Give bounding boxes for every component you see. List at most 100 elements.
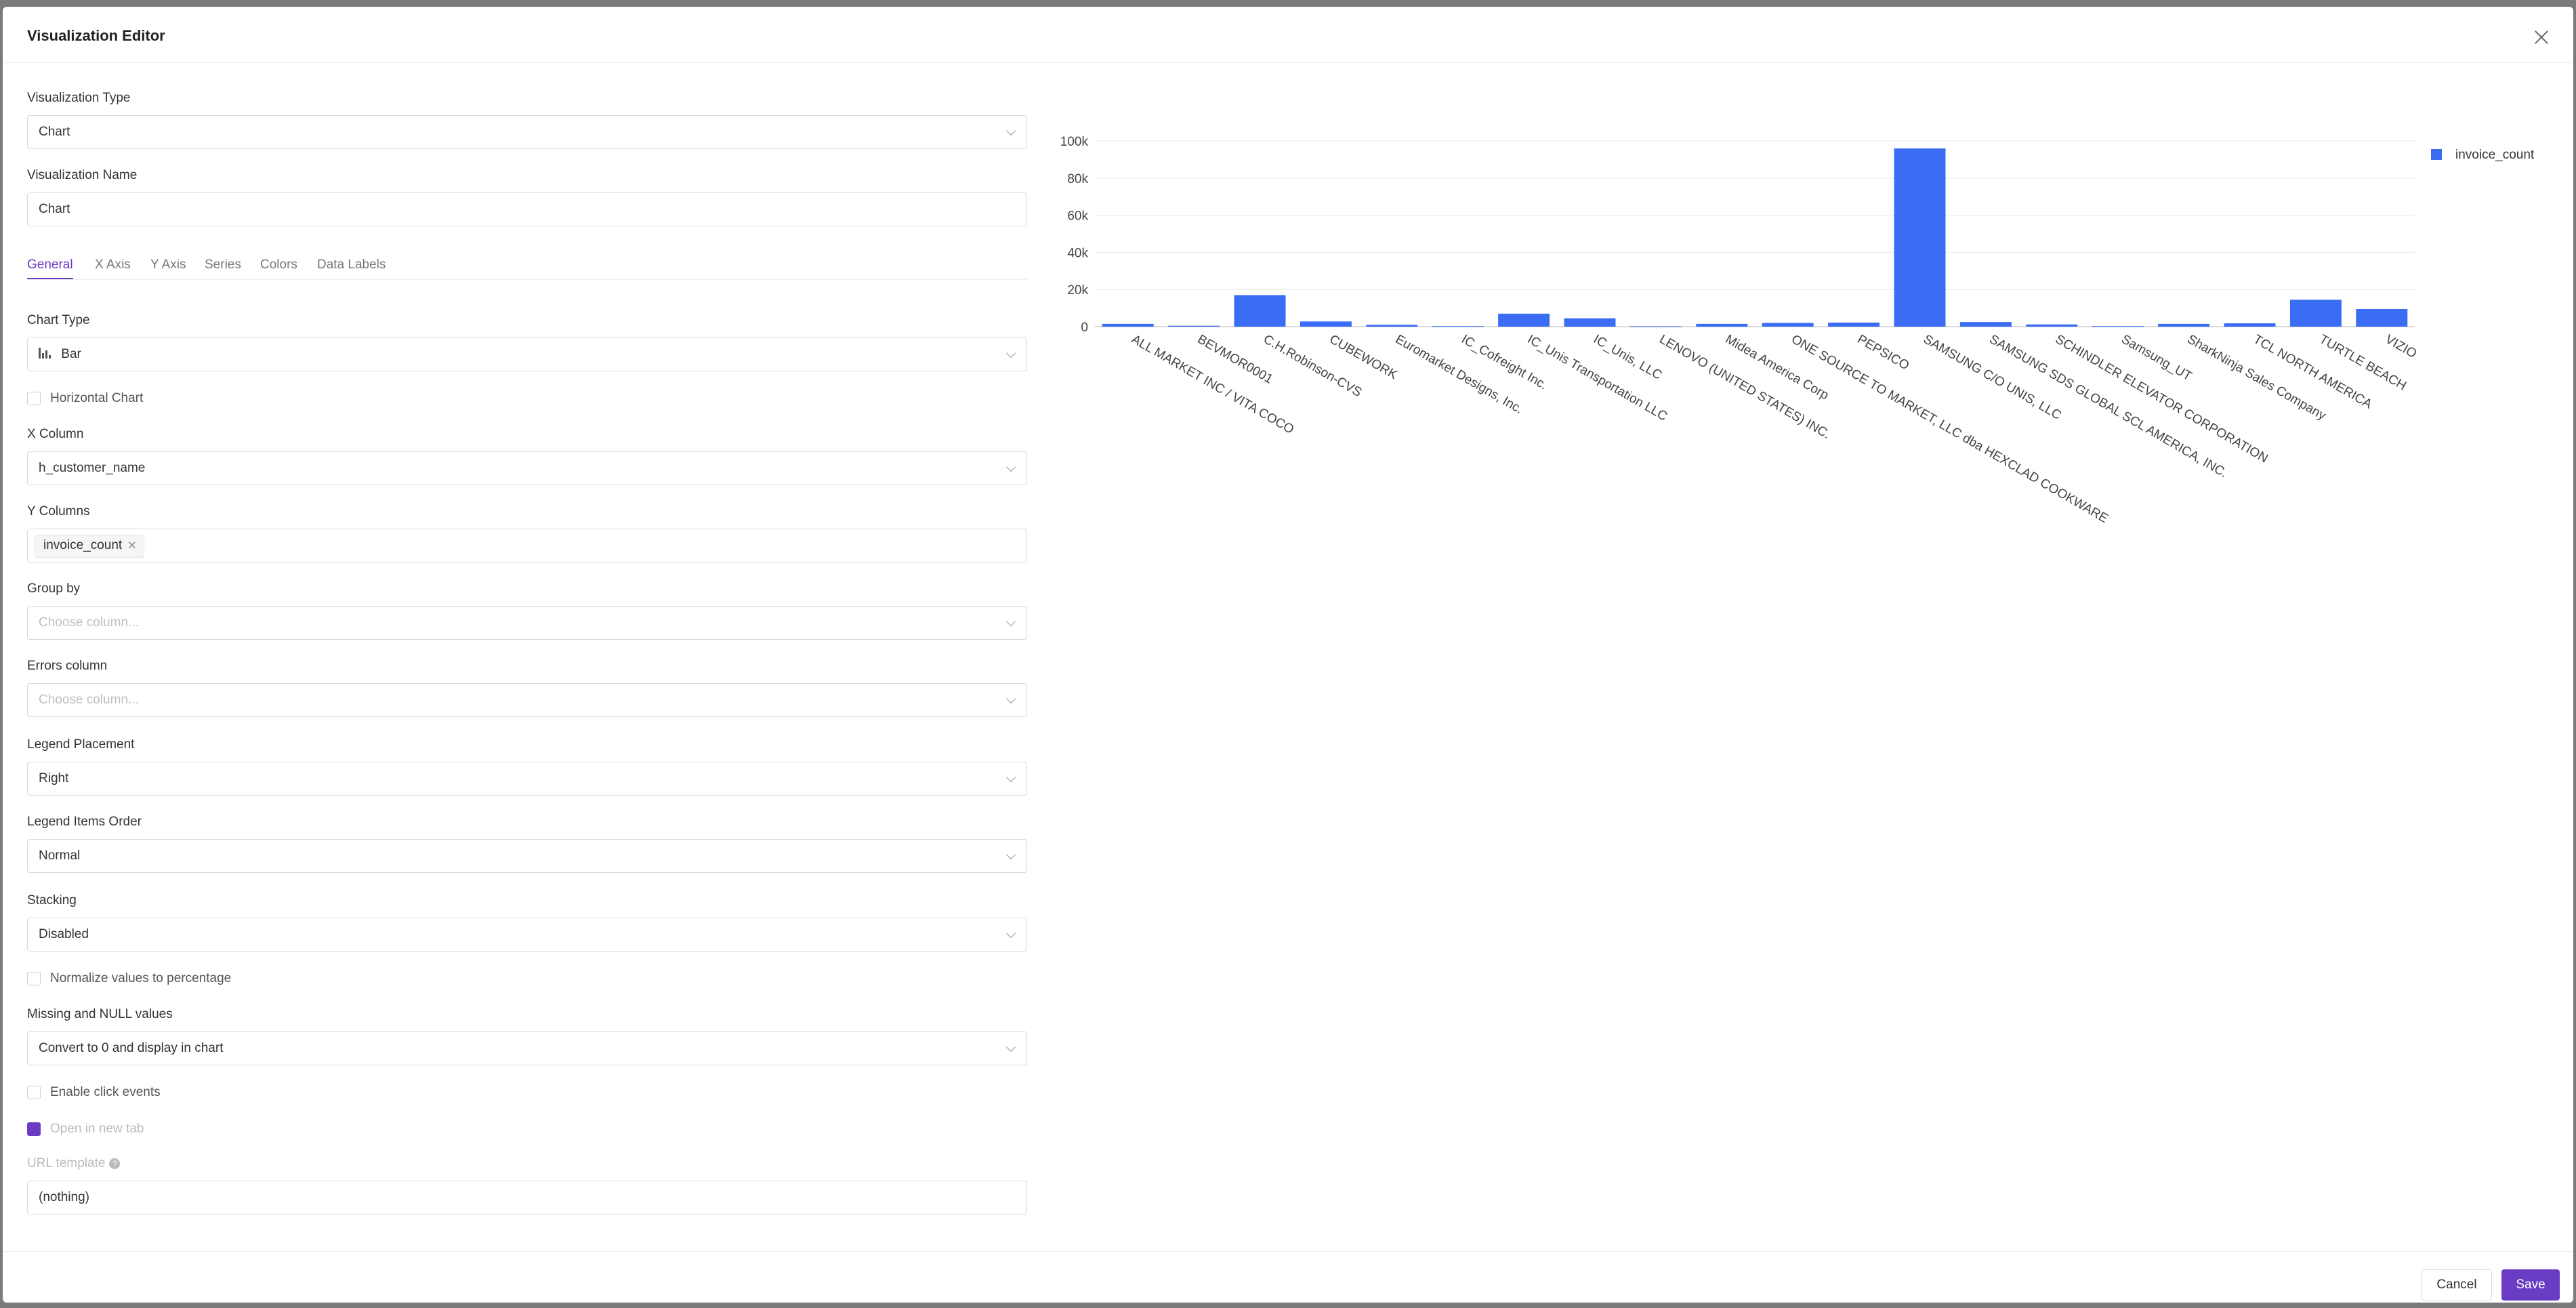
remove-tag-icon[interactable]: ✕ [127, 540, 136, 552]
url-template-field: URL template? (nothing) [27, 1156, 1027, 1214]
y-columns-label: Y Columns [27, 504, 90, 518]
missing-null-value: Convert to 0 and display in chart [39, 1041, 224, 1055]
x-tick-label: VIZIO [2383, 332, 2419, 361]
help-icon[interactable]: ? [109, 1158, 121, 1169]
y-tick-label: 40k [1067, 246, 1088, 260]
click-events-label: Enable click events [50, 1085, 161, 1099]
x-column-value: h_customer_name [39, 461, 146, 475]
bar [1696, 323, 1748, 327]
y-tick-label: 0 [1081, 321, 1088, 335]
bar [2356, 308, 2408, 327]
chevron-down-icon [1005, 693, 1016, 704]
bar [2092, 326, 2144, 327]
bar [1234, 295, 1286, 327]
x-tick-label: SAMSUNG SDS GLOBAL SCL AMERICA, INC. [1987, 332, 2230, 481]
legend-placement-value: Right [39, 771, 69, 785]
y-columns-field: Y Columns invoice_count ✕ [27, 504, 1027, 563]
checkbox[interactable] [27, 971, 41, 985]
legend-order-field: Legend Items Order Normal [27, 815, 1027, 873]
y-column-tag-label: invoice_count [43, 538, 123, 552]
legend-order-label: Legend Items Order [27, 815, 142, 829]
legend-placement-field: Legend Placement Right [27, 737, 1027, 796]
tab-series[interactable]: Series [205, 258, 241, 272]
chart-type-value: Bar [61, 347, 81, 361]
y-column-tag: invoice_count ✕ [35, 535, 144, 558]
checkbox[interactable] [27, 391, 41, 405]
x-tick-label: ONE SOURCE TO MARKET, LLC dba HEXCLAD CO… [1789, 332, 2111, 526]
bar [1366, 325, 1418, 327]
checkbox-checked[interactable] [27, 1122, 41, 1136]
bar [2026, 324, 2078, 327]
open-new-tab-checkbox[interactable]: Open in new tab [27, 1121, 144, 1137]
group-by-placeholder: Choose column... [39, 615, 139, 630]
bar [2158, 323, 2210, 327]
x-column-select[interactable]: h_customer_name [27, 451, 1027, 485]
y-tick-label: 20k [1067, 283, 1088, 298]
chevron-down-icon [1005, 928, 1016, 939]
x-tick-label: PEPSICO [1855, 332, 1912, 373]
group-by-field: Group by Choose column... [27, 581, 1027, 640]
legend-placement-select[interactable]: Right [27, 762, 1027, 796]
errors-column-label: Errors column [27, 659, 108, 673]
open-new-tab-label: Open in new tab [50, 1122, 144, 1136]
bar-chart-icon [39, 348, 54, 359]
click-events-checkbox[interactable]: Enable click events [27, 1084, 161, 1101]
legend-order-select[interactable]: Normal [27, 839, 1027, 873]
tab-y-axis[interactable]: Y Axis [150, 258, 186, 272]
save-button[interactable]: Save [2501, 1269, 2560, 1301]
y-columns-select[interactable]: invoice_count ✕ [27, 529, 1027, 563]
tab-data-labels[interactable]: Data Labels [317, 258, 386, 272]
chevron-down-icon [1005, 348, 1016, 359]
chart-preview: 020k40k60k80k100kALL MARKET INC / VITA C… [1060, 135, 2419, 526]
bar [1432, 326, 1484, 327]
chart-legend[interactable]: invoice_count [2431, 148, 2534, 163]
viz-type-select[interactable]: Chart [27, 115, 1027, 149]
y-tick-label: 60k [1067, 209, 1088, 224]
active-tab-indicator [27, 278, 73, 279]
bar [2289, 300, 2342, 327]
bar [1629, 326, 1682, 327]
viz-name-input[interactable]: Chart [27, 192, 1027, 226]
bar [1762, 323, 1814, 327]
visualization-editor-modal: Visualization Editor Visualization Type … [3, 7, 2573, 1303]
close-icon[interactable] [2531, 27, 2552, 47]
chevron-down-icon [1005, 1042, 1016, 1052]
chevron-down-icon [1005, 616, 1016, 627]
chart-type-select[interactable]: Bar [27, 338, 1027, 371]
x-tick-label: Euromarket Designs, Inc. [1393, 332, 1525, 417]
bar [1498, 313, 1550, 327]
url-template-input[interactable]: (nothing) [27, 1181, 1027, 1214]
bar [2224, 323, 2276, 327]
checkbox[interactable] [27, 1085, 41, 1099]
chevron-down-icon [1005, 462, 1016, 472]
horizontal-chart-checkbox[interactable]: Horizontal Chart [27, 390, 143, 407]
missing-null-select[interactable]: Convert to 0 and display in chart [27, 1031, 1027, 1065]
group-by-select[interactable]: Choose column... [27, 606, 1027, 640]
y-tick-label: 80k [1067, 172, 1088, 186]
tab-x-axis[interactable]: X Axis [95, 258, 131, 272]
chart-type-label: Chart Type [27, 313, 90, 327]
x-tick-label: TCL NORTH AMERICA [2251, 332, 2375, 412]
cancel-button[interactable]: Cancel [2422, 1269, 2492, 1301]
viz-name-value: Chart [39, 202, 70, 216]
bar [1828, 322, 1880, 327]
stacking-label: Stacking [27, 893, 77, 907]
legend-label: invoice_count [2455, 148, 2535, 162]
horizontal-chart-label: Horizontal Chart [50, 391, 144, 405]
url-template-label: URL template? [27, 1156, 1027, 1171]
bar [1300, 321, 1352, 327]
viz-name-label: Visualization Name [27, 168, 138, 182]
normalize-checkbox[interactable]: Normalize values to percentage [27, 970, 231, 987]
tab-general[interactable]: General [27, 258, 73, 272]
chart-type-field: Chart Type Bar [27, 313, 1027, 371]
chevron-down-icon [1005, 772, 1016, 783]
errors-column-select[interactable]: Choose column... [27, 683, 1027, 717]
viz-type-value: Chart [39, 125, 70, 139]
tab-colors[interactable]: Colors [260, 258, 297, 272]
bar [1168, 325, 1220, 327]
y-tick-label: 100k [1060, 135, 1089, 149]
bar [1102, 323, 1154, 327]
bar [1564, 318, 1616, 327]
bar [1959, 322, 2012, 327]
stacking-select[interactable]: Disabled [27, 918, 1027, 952]
